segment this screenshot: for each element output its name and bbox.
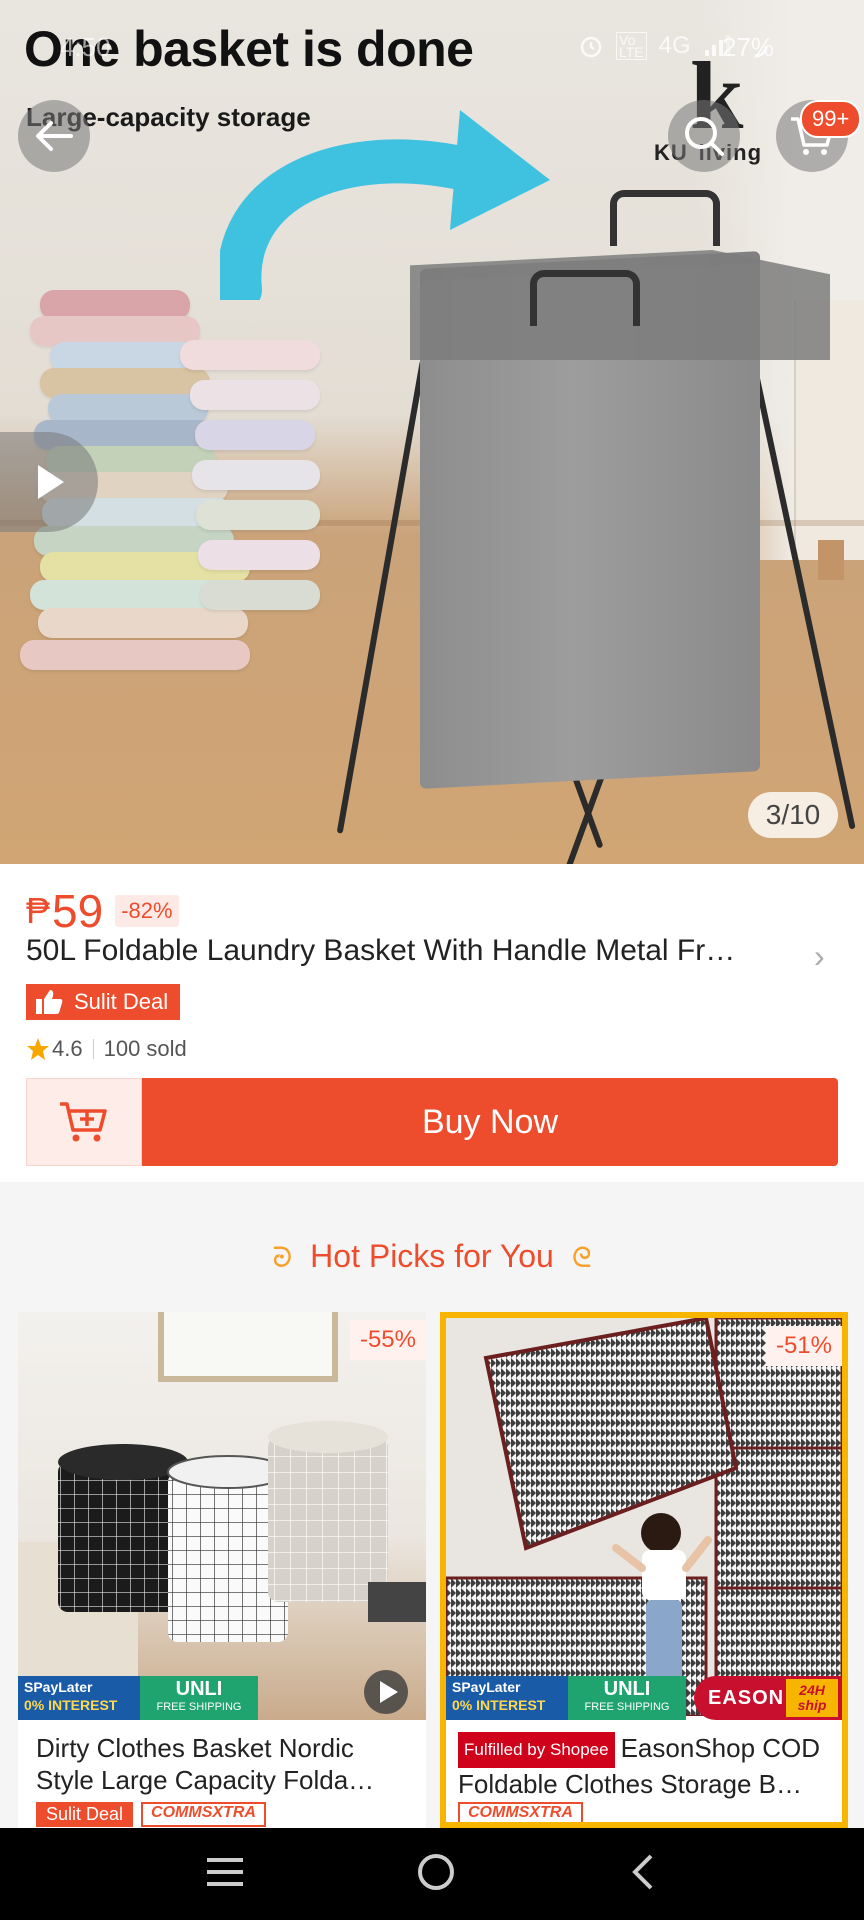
status-time: 4:50 — [60, 32, 111, 62]
product-page: One basket is done Large-capacity storag… — [0, 0, 864, 1920]
product-image-carousel[interactable]: One basket is done Large-capacity storag… — [0, 0, 864, 864]
price-row: ₱ 59 -82% — [26, 884, 179, 938]
back-button[interactable] — [18, 100, 90, 172]
promo-banner: SPayLater 0% INTEREST UNLI FREE SHIPPING — [18, 1676, 258, 1720]
system-navigation-bar — [0, 1828, 864, 1920]
comms-xtra-tag: COMMSXTRA — [458, 1802, 583, 1822]
hot-picks-section: ᘒ Hot Picks for You ᘓ -55% SPayLater 0% … — [0, 1202, 864, 1828]
menu-icon — [207, 1857, 244, 1886]
card-title: Dirty Clothes Basket Nordic Style Large … — [36, 1733, 375, 1795]
laundry-basket-illustration — [336, 190, 856, 864]
hot-picks-heading: ᘒ Hot Picks for You ᘓ — [272, 1238, 592, 1274]
deco-left-icon: ᘒ — [272, 1242, 293, 1273]
play-video-button[interactable] — [0, 432, 98, 532]
home-icon — [417, 1853, 454, 1890]
play-icon — [38, 465, 64, 499]
status-bar: 4:50 Vo LTE 4G 27% — [0, 28, 864, 72]
battery-percent: 27% — [722, 32, 775, 62]
search-button[interactable] — [668, 100, 740, 172]
add-to-cart-button[interactable] — [26, 1078, 142, 1166]
add-to-cart-icon — [60, 1102, 107, 1142]
price: 59 — [52, 885, 104, 937]
deco-right-icon: ᘓ — [571, 1242, 592, 1273]
card-discount-badge: -51% — [765, 1326, 842, 1366]
promo-banner: SPayLater 0% INTEREST UNLI FREE SHIPPING — [446, 1676, 686, 1720]
product-info-panel: ₱ 59 -82% 50L Foldable Laundry Basket Wi… — [0, 864, 864, 1182]
rating-value: 4.6 — [52, 1036, 83, 1061]
chevron-right-icon[interactable]: › — [814, 938, 825, 975]
buy-now-button[interactable]: Buy Now — [142, 1078, 838, 1166]
card-title: Fulfilled by Shopee EasonShop COD Foldabl… — [458, 1732, 821, 1800]
fulfilled-by-shopee-tag: Fulfilled by Shopee — [458, 1732, 615, 1769]
product-title[interactable]: 50L Foldable Laundry Basket With Handle … — [26, 934, 806, 968]
card-discount-badge: -55% — [349, 1320, 426, 1360]
star-icon — [27, 1038, 49, 1060]
home-button[interactable] — [414, 1850, 458, 1899]
system-back-button[interactable] — [625, 1850, 661, 1899]
sold-count: 100 sold — [103, 1036, 187, 1061]
product-card-image — [18, 1312, 426, 1720]
eason-brand-badge: EASON 24H ship — [694, 1676, 842, 1720]
volte-icon: Vo LTE — [616, 32, 647, 60]
image-page-indicator: 3/10 — [748, 792, 838, 838]
menu-button[interactable] — [203, 1852, 247, 1897]
back-icon — [631, 1854, 653, 1889]
cart-count-badge: 99+ — [800, 100, 862, 138]
alarm-icon — [580, 36, 602, 58]
rating-row[interactable]: 4.6 100 sold — [26, 1036, 187, 1062]
search-icon — [685, 117, 724, 156]
comms-xtra-tag: COMMSXTRA — [141, 1802, 266, 1827]
sulit-deal-tag: Sulit Deal — [26, 984, 181, 1020]
product-card[interactable]: -51% SPayLater 0% INTEREST UNLI FREE SHIPP… — [440, 1312, 848, 1828]
network-type: 4G — [658, 32, 691, 59]
thumbs-up-icon — [36, 990, 63, 1014]
product-card[interactable]: -55% SPayLater 0% INTEREST UNLI FREE SHIPP… — [18, 1312, 426, 1828]
sulit-deal-tag: Sulit Deal — [36, 1802, 134, 1827]
24h-ship-badge: 24H ship — [786, 1679, 838, 1717]
discount-badge: -82% — [115, 895, 179, 927]
price-currency: ₱ — [26, 890, 51, 931]
arrow-left-icon — [36, 121, 73, 151]
product-card-image — [446, 1318, 842, 1716]
